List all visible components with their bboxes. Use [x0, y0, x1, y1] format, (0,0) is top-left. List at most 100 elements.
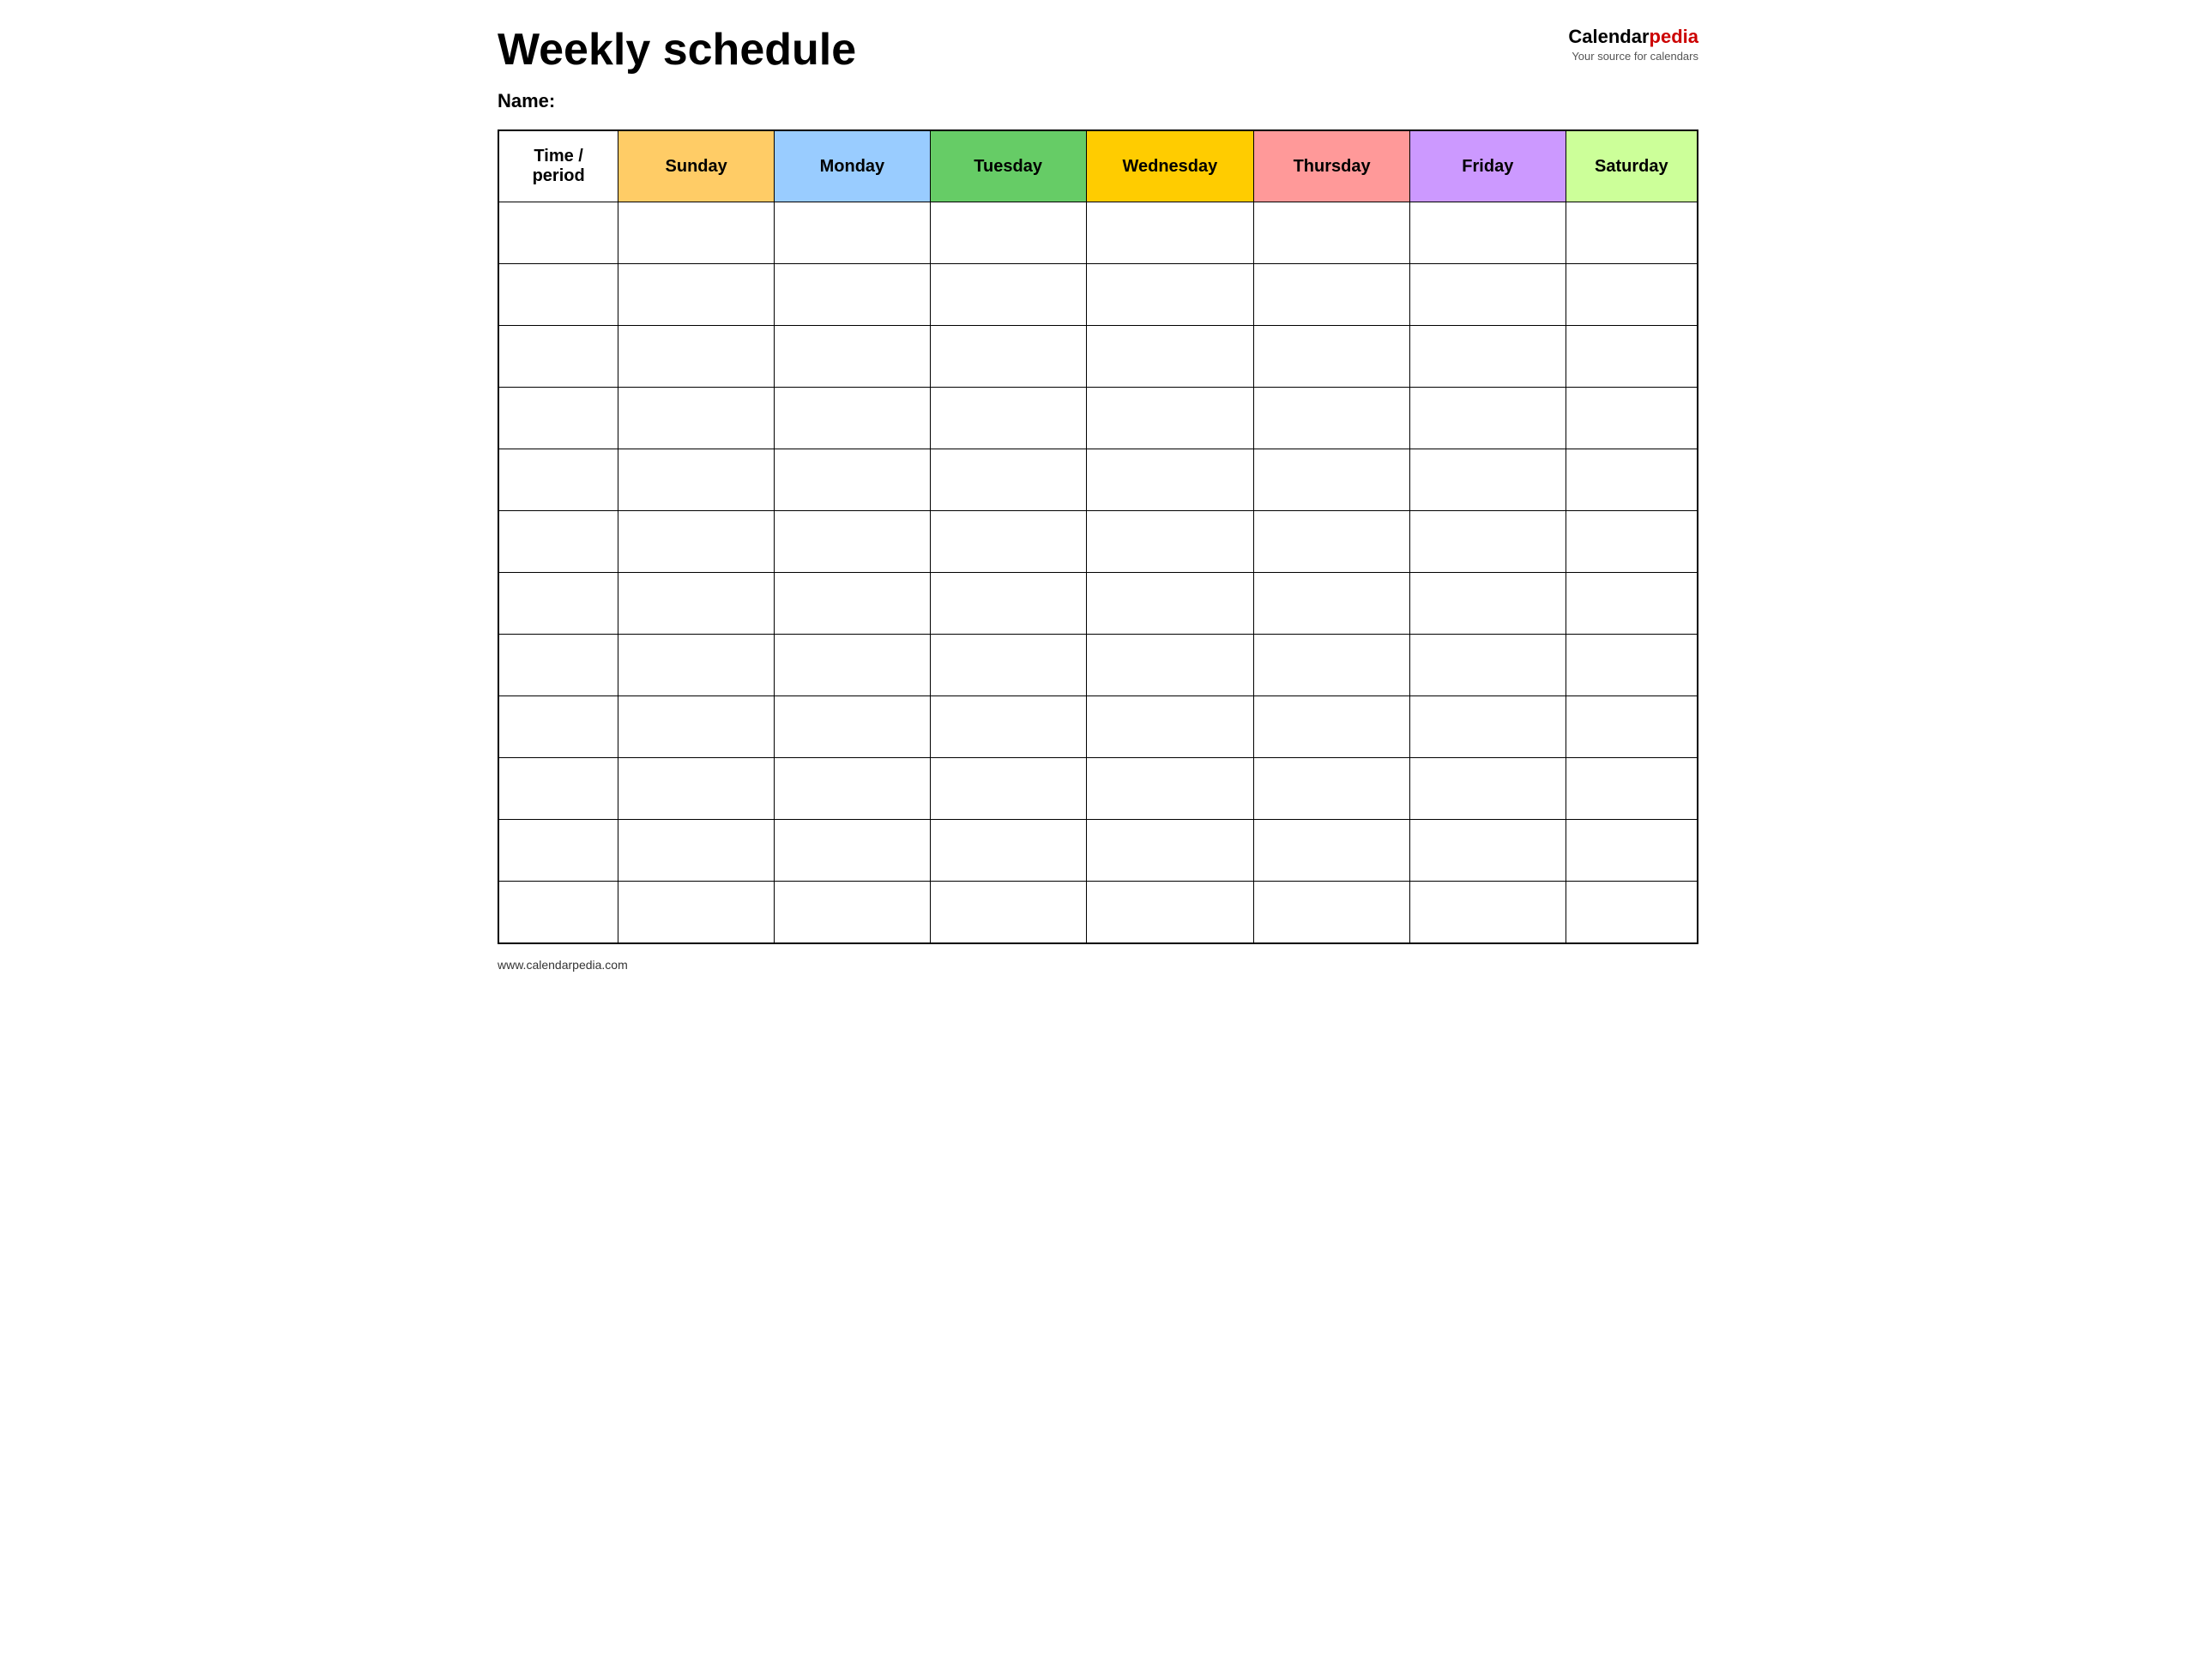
schedule-cell[interactable]: [930, 449, 1086, 511]
schedule-cell[interactable]: [1086, 758, 1254, 820]
schedule-cell[interactable]: [930, 388, 1086, 449]
table-row: [498, 202, 1698, 264]
schedule-cell[interactable]: [775, 882, 931, 943]
schedule-cell[interactable]: [930, 511, 1086, 573]
time-cell[interactable]: [498, 758, 618, 820]
schedule-cell[interactable]: [1409, 326, 1566, 388]
schedule-cell[interactable]: [1409, 882, 1566, 943]
time-cell[interactable]: [498, 202, 618, 264]
schedule-cell[interactable]: [775, 202, 931, 264]
schedule-cell[interactable]: [1566, 820, 1698, 882]
schedule-cell[interactable]: [930, 202, 1086, 264]
schedule-cell[interactable]: [618, 202, 775, 264]
schedule-cell[interactable]: [930, 264, 1086, 326]
time-cell[interactable]: [498, 388, 618, 449]
schedule-cell[interactable]: [1086, 449, 1254, 511]
schedule-cell[interactable]: [1409, 388, 1566, 449]
schedule-cell[interactable]: [1254, 326, 1410, 388]
schedule-cell[interactable]: [775, 388, 931, 449]
schedule-cell[interactable]: [1409, 449, 1566, 511]
time-cell[interactable]: [498, 882, 618, 943]
schedule-cell[interactable]: [618, 573, 775, 635]
logo-area: Calendarpedia Your source for calendars: [1568, 26, 1698, 63]
schedule-cell[interactable]: [930, 573, 1086, 635]
time-cell[interactable]: [498, 449, 618, 511]
schedule-cell[interactable]: [1254, 449, 1410, 511]
schedule-cell[interactable]: [618, 388, 775, 449]
time-cell[interactable]: [498, 326, 618, 388]
schedule-cell[interactable]: [775, 820, 931, 882]
schedule-cell[interactable]: [1566, 635, 1698, 696]
schedule-cell[interactable]: [1254, 388, 1410, 449]
schedule-cell[interactable]: [618, 511, 775, 573]
schedule-cell[interactable]: [618, 882, 775, 943]
schedule-cell[interactable]: [1566, 449, 1698, 511]
schedule-cell[interactable]: [1566, 882, 1698, 943]
schedule-cell[interactable]: [1086, 820, 1254, 882]
schedule-cell[interactable]: [1086, 635, 1254, 696]
schedule-cell[interactable]: [1566, 202, 1698, 264]
schedule-cell[interactable]: [930, 758, 1086, 820]
schedule-cell[interactable]: [618, 635, 775, 696]
schedule-cell[interactable]: [1254, 635, 1410, 696]
schedule-cell[interactable]: [1409, 573, 1566, 635]
schedule-cell[interactable]: [1566, 696, 1698, 758]
schedule-cell[interactable]: [1254, 882, 1410, 943]
table-row: [498, 696, 1698, 758]
schedule-cell[interactable]: [1566, 758, 1698, 820]
schedule-cell[interactable]: [930, 326, 1086, 388]
schedule-cell[interactable]: [1566, 388, 1698, 449]
schedule-cell[interactable]: [1086, 882, 1254, 943]
schedule-cell[interactable]: [618, 326, 775, 388]
time-cell[interactable]: [498, 264, 618, 326]
time-cell[interactable]: [498, 696, 618, 758]
schedule-cell[interactable]: [1086, 511, 1254, 573]
schedule-cell[interactable]: [1409, 511, 1566, 573]
schedule-cell[interactable]: [1254, 202, 1410, 264]
schedule-cell[interactable]: [775, 573, 931, 635]
schedule-cell[interactable]: [775, 696, 931, 758]
schedule-cell[interactable]: [1086, 573, 1254, 635]
schedule-cell[interactable]: [1566, 326, 1698, 388]
schedule-cell[interactable]: [930, 635, 1086, 696]
schedule-cell[interactable]: [775, 758, 931, 820]
schedule-cell[interactable]: [618, 820, 775, 882]
schedule-cell[interactable]: [775, 326, 931, 388]
schedule-cell[interactable]: [1086, 388, 1254, 449]
schedule-cell[interactable]: [775, 635, 931, 696]
schedule-cell[interactable]: [1086, 202, 1254, 264]
schedule-cell[interactable]: [1409, 696, 1566, 758]
schedule-cell[interactable]: [1254, 264, 1410, 326]
schedule-cell[interactable]: [1409, 635, 1566, 696]
time-cell[interactable]: [498, 573, 618, 635]
schedule-cell[interactable]: [1254, 758, 1410, 820]
schedule-cell[interactable]: [1254, 696, 1410, 758]
schedule-cell[interactable]: [930, 820, 1086, 882]
schedule-cell[interactable]: [930, 882, 1086, 943]
schedule-cell[interactable]: [1409, 264, 1566, 326]
schedule-cell[interactable]: [1254, 573, 1410, 635]
schedule-cell[interactable]: [1566, 511, 1698, 573]
schedule-cell[interactable]: [618, 758, 775, 820]
time-cell[interactable]: [498, 635, 618, 696]
schedule-cell[interactable]: [1254, 820, 1410, 882]
schedule-cell[interactable]: [775, 511, 931, 573]
schedule-cell[interactable]: [1086, 326, 1254, 388]
schedule-cell[interactable]: [775, 264, 931, 326]
schedule-cell[interactable]: [1254, 511, 1410, 573]
schedule-cell[interactable]: [618, 696, 775, 758]
time-cell[interactable]: [498, 820, 618, 882]
schedule-cell[interactable]: [618, 449, 775, 511]
schedule-cell[interactable]: [1409, 202, 1566, 264]
schedule-cell[interactable]: [1566, 573, 1698, 635]
time-cell[interactable]: [498, 511, 618, 573]
schedule-cell[interactable]: [930, 696, 1086, 758]
schedule-cell[interactable]: [618, 264, 775, 326]
schedule-cell[interactable]: [1409, 758, 1566, 820]
schedule-cell[interactable]: [775, 449, 931, 511]
schedule-cell[interactable]: [1409, 820, 1566, 882]
schedule-cell[interactable]: [1566, 264, 1698, 326]
schedule-cell[interactable]: [1086, 696, 1254, 758]
schedule-cell[interactable]: [1086, 264, 1254, 326]
table-row: [498, 449, 1698, 511]
